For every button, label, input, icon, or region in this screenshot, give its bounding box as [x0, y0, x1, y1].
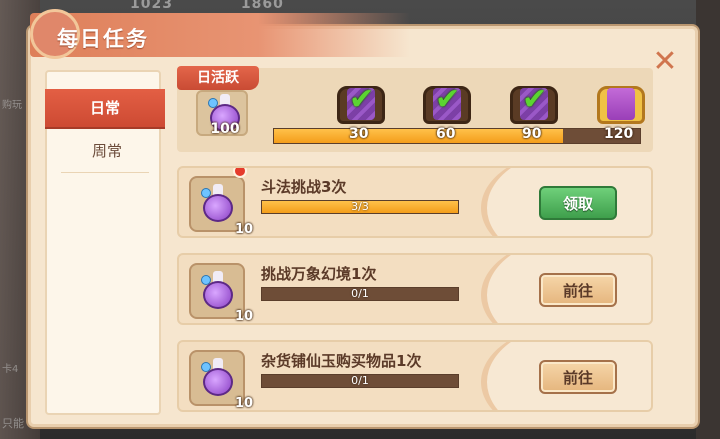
task-row: 10 斗法挑战3次 3/3 领取: [177, 166, 653, 238]
background-hint: 卡4: [2, 364, 19, 375]
task-name: 斗法挑战3次: [261, 178, 347, 196]
task-progress-text: 0/1: [351, 374, 369, 387]
background-number: 1860: [240, 0, 284, 12]
go-button[interactable]: 前往: [539, 360, 617, 394]
task-progress-text: 0/1: [351, 287, 369, 300]
activity-points-value: 100: [210, 121, 240, 137]
reward-amount: 10: [235, 222, 254, 237]
check-icon: ✔: [522, 82, 548, 117]
task-name: 杂货铺仙玉购买物品1次: [261, 352, 422, 370]
purple-chest-icon[interactable]: ✔: [419, 76, 475, 126]
background-currency-readout: 1023 1860: [130, 0, 346, 12]
task-row: 10 杂货铺仙玉购买物品1次 0/1 前往: [177, 340, 653, 412]
activity-label: 日活跃: [177, 66, 259, 90]
milestone-value: 120: [604, 126, 634, 142]
reward-flask-icon: 10: [189, 263, 253, 323]
purple-chest-icon[interactable]: ✔: [333, 76, 389, 126]
check-icon: ✔: [349, 82, 375, 117]
background-hint: 只能: [2, 417, 24, 430]
panel-title: 每日任务: [57, 27, 149, 51]
tab-daily[interactable]: 日常: [45, 89, 165, 127]
reward-flask-icon: 10: [189, 350, 253, 410]
activity-progress-fill: [274, 129, 564, 143]
background-right-strip: [696, 0, 720, 439]
milestone-value: 60: [436, 126, 456, 142]
gold-chest-icon[interactable]: [593, 76, 649, 126]
claim-button[interactable]: 领取: [539, 186, 617, 220]
go-button[interactable]: 前往: [539, 273, 617, 307]
reward-amount: 10: [235, 396, 254, 411]
milestone-value: 90: [522, 126, 542, 142]
task-name: 挑战万象幻境1次: [261, 265, 377, 283]
task-progress-text: 3/3: [351, 200, 369, 213]
task-progress-bar: 0/1: [261, 374, 459, 388]
reward-flask-icon: 10: [189, 176, 253, 236]
tab-divider: [61, 172, 149, 173]
close-button[interactable]: ✕: [651, 47, 679, 77]
notification-dot: [233, 168, 247, 178]
tab-sidebar: 日常 周常: [45, 70, 165, 415]
background-number: 1023: [130, 0, 173, 12]
reward-amount: 10: [235, 309, 254, 324]
milestone-value: 30: [349, 126, 369, 142]
purple-chest-icon[interactable]: ✔: [506, 76, 562, 126]
task-progress-bar: 0/1: [261, 287, 459, 301]
background-hint: 购玩: [2, 100, 22, 111]
tab-weekly[interactable]: 周常: [47, 132, 167, 170]
activity-progress-bar: [273, 128, 641, 144]
task-row: 10 挑战万象幻境1次 0/1 前往: [177, 253, 653, 325]
task-progress-bar: 3/3: [261, 200, 459, 214]
check-icon: ✔: [435, 82, 461, 117]
